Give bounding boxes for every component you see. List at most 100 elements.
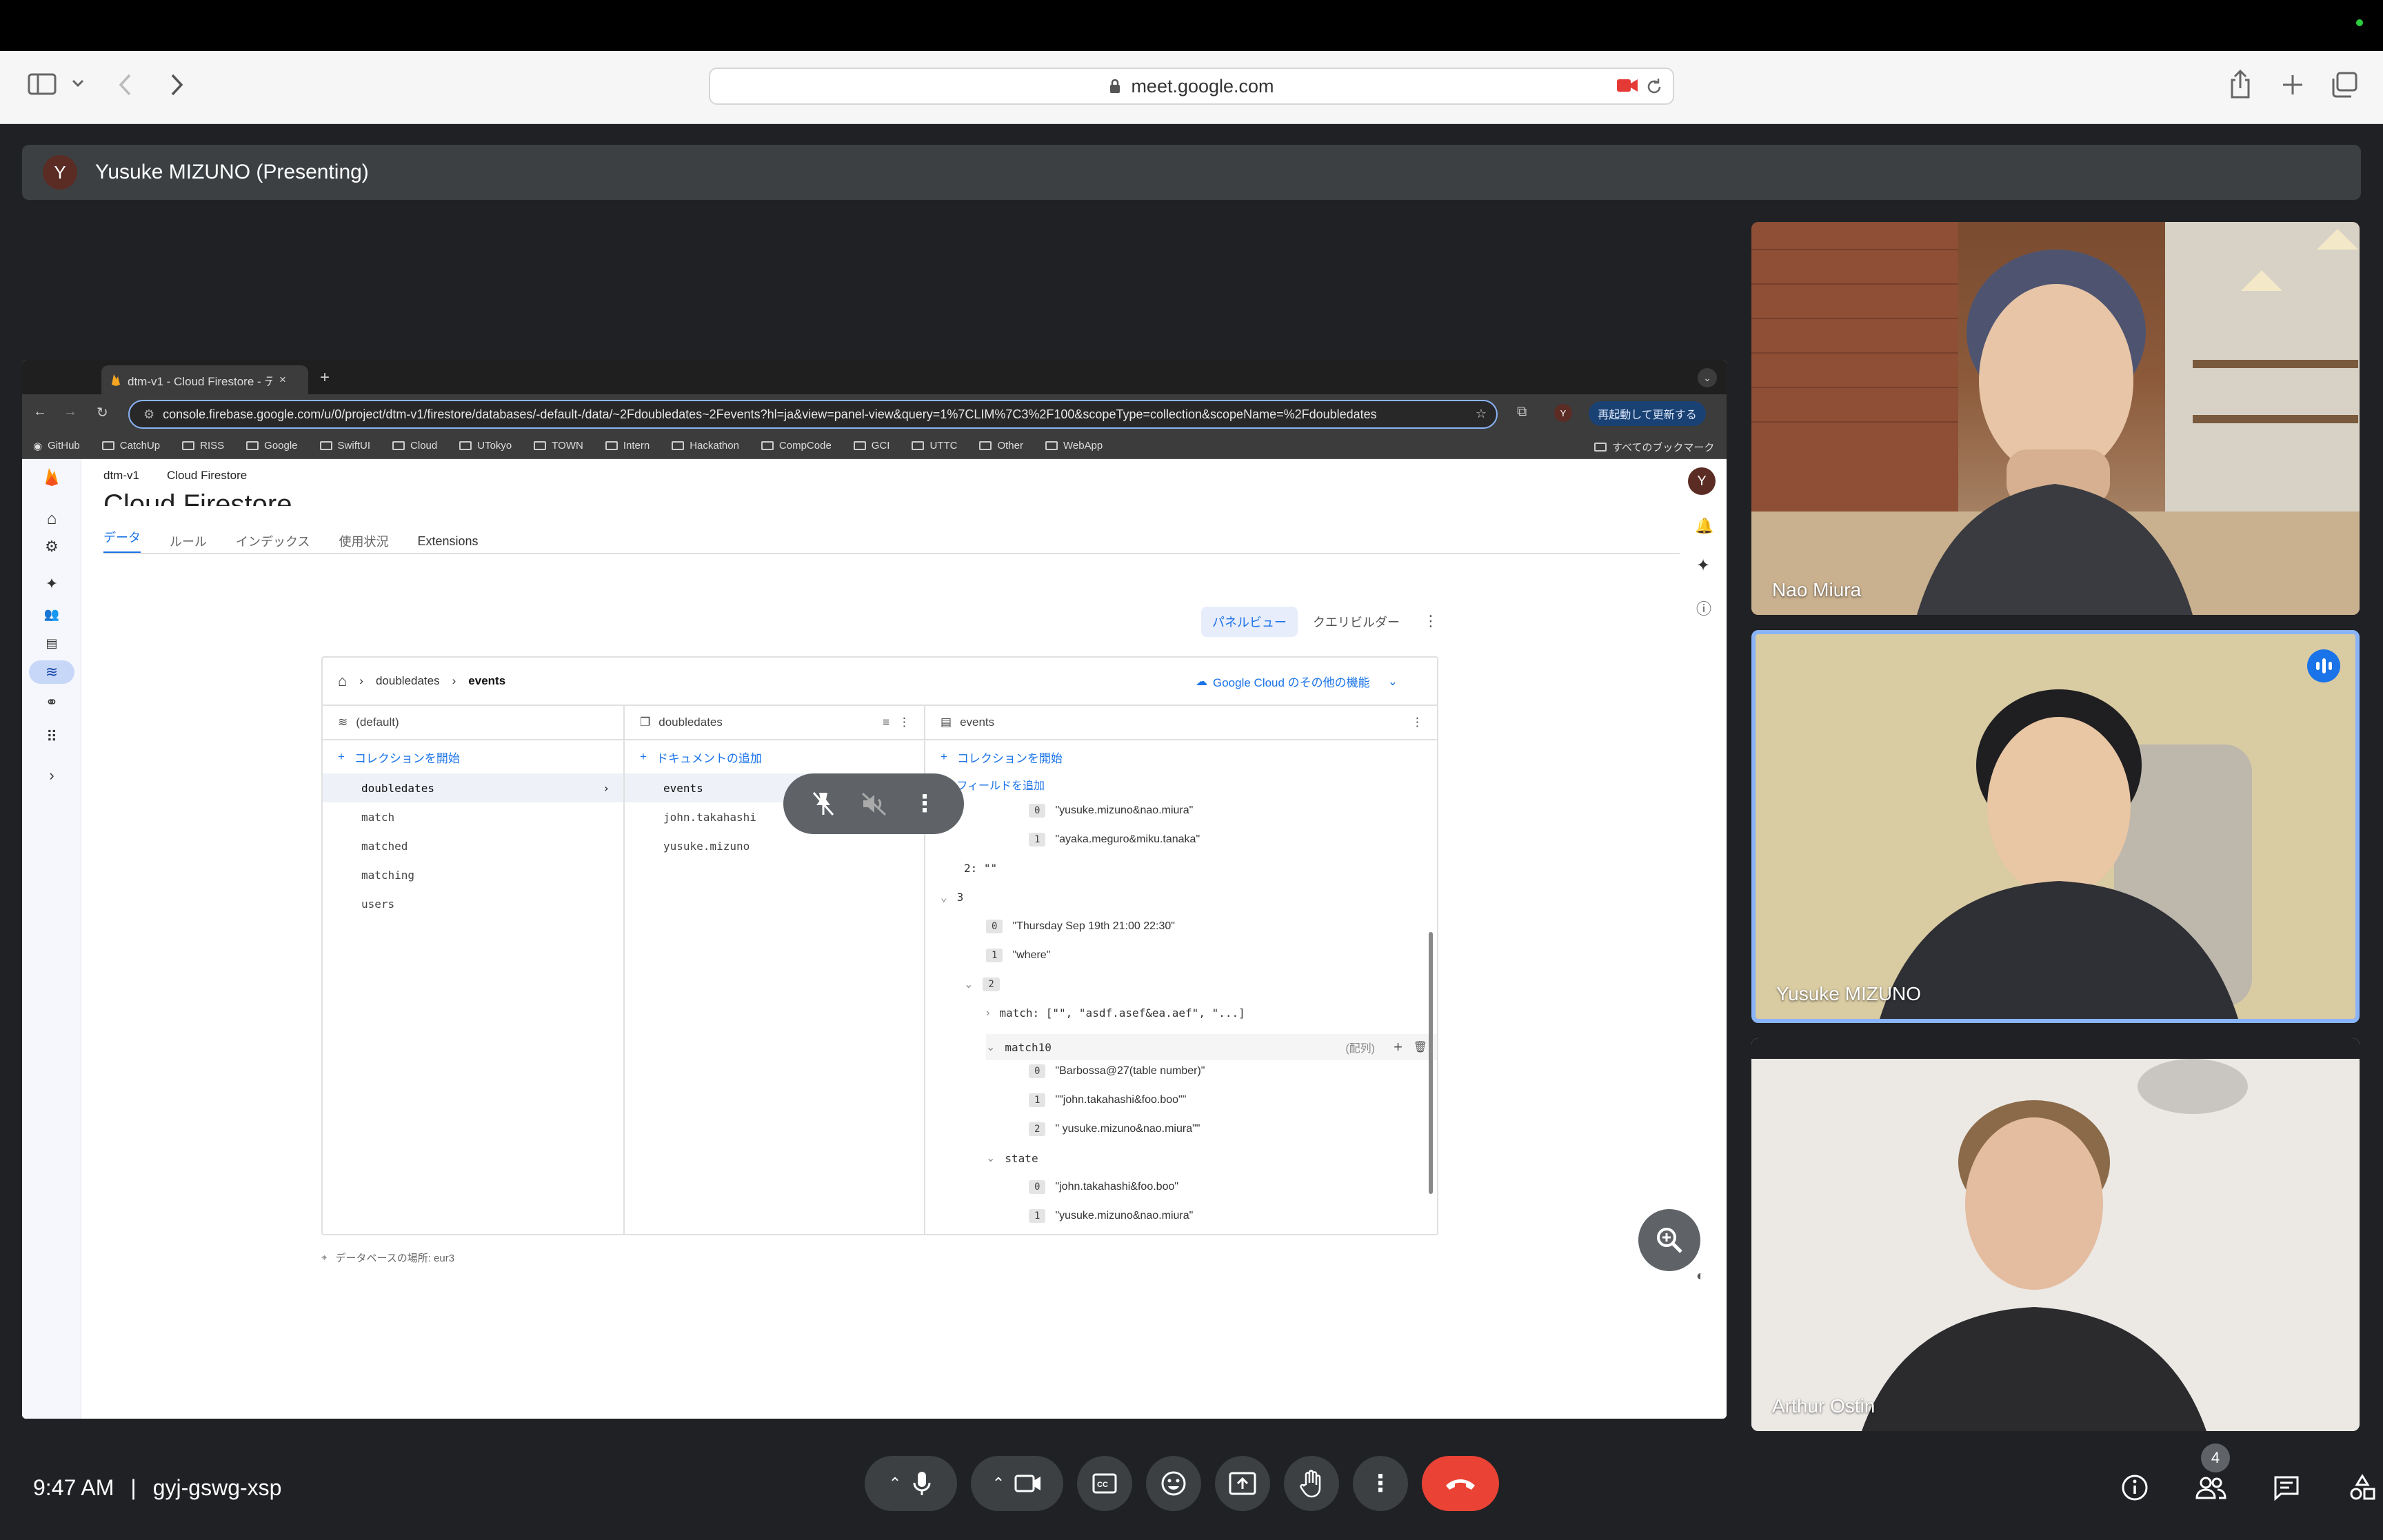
chrome-profile-avatar[interactable]: Y [1554,404,1572,422]
present-button[interactable] [1215,1456,1270,1511]
gemini-icon[interactable]: ✦ [40,572,63,596]
storage-icon[interactable]: ▤ [40,631,63,655]
field-row[interactable]: › match: ["", "asdf.asef&ea.aef", "...] [986,1006,1245,1020]
people-icon[interactable]: 👥 [40,602,63,626]
firebase-logo-icon[interactable] [40,465,63,488]
chat-button[interactable] [2266,1467,2307,1508]
bookmark-folder[interactable]: TOWN [534,440,583,452]
bookmark-folder[interactable]: Intern [605,440,650,452]
start-collection-button[interactable]: + コレクションを開始 [323,740,623,773]
gemini-icon[interactable]: ✦ [1696,556,1710,576]
bookmark-folder[interactable]: Other [979,440,1023,452]
chrome-url-bar[interactable]: ⚙ console.firebase.google.com/u/0/projec… [128,400,1498,429]
participant-tile[interactable]: Nao Miura [1751,222,2360,615]
list-item[interactable]: matching [323,860,623,889]
mute-audio-icon[interactable] [861,791,888,816]
list-item[interactable]: doubledates › [323,773,623,802]
project-selector[interactable]: dtm-v1 [103,469,139,483]
address-bar[interactable]: meet.google.com [709,68,1674,105]
home-icon[interactable]: ⌂ [338,672,347,690]
start-collection-button[interactable]: + コレクションを開始 [925,740,1437,773]
zoom-button[interactable] [1638,1209,1700,1271]
site-info-icon[interactable]: ⚙ [143,407,154,422]
more-vert-icon[interactable]: ⋮ [1411,716,1423,729]
bookmark-folder[interactable]: UTTC [912,440,957,452]
bookmark-folder[interactable]: SwiftUI [319,440,370,452]
tab-data[interactable]: データ [103,528,141,554]
field-row[interactable]: ⌄ state [986,1151,1038,1165]
google-cloud-link[interactable]: ☁ Google Cloud のその他の機能 ⌄ [1196,673,1398,690]
list-item[interactable]: users [323,889,623,918]
raise-hand-button[interactable] [1284,1456,1339,1511]
breadcrumb-item[interactable]: events [468,674,505,688]
close-icon[interactable]: × [279,373,286,387]
filter-icon[interactable]: ≡ [883,716,889,729]
bookmark-folder[interactable]: WebApp [1045,440,1103,452]
notification-icon[interactable]: 🔔 [1695,517,1713,535]
more-options-button[interactable]: ⋮ [1353,1456,1408,1511]
new-tab-icon[interactable]: + [320,368,330,387]
field-row[interactable]: ⌄ match10 (配列) + 🗑 [986,1034,1437,1060]
bookmark-github[interactable]: ◉ GitHub [33,440,80,452]
home-icon[interactable]: ⌂ [40,507,63,531]
bookmark-folder[interactable]: GCI [853,440,889,452]
account-avatar[interactable]: Y [1688,467,1716,495]
add-document-button[interactable]: + ドキュメントの追加 [625,740,924,773]
forward-icon[interactable]: → [63,404,77,420]
bookmark-folder[interactable]: Cloud [392,440,437,452]
chevron-up-icon[interactable]: ⌃ [889,1475,901,1492]
leave-call-button[interactable] [1422,1456,1499,1511]
back-icon[interactable] [117,73,134,97]
array-item[interactable]: 1 "ayaka.meguro&miku.tanaka" [1029,833,1200,847]
array-item[interactable]: 0 "john.takahashi&foo.boo" [1029,1180,1178,1194]
list-item[interactable]: yusuke.mizuno [625,831,924,860]
field-row[interactable]: 2: "" [964,862,997,875]
chevron-down-icon[interactable] [72,79,84,88]
scrollbar[interactable] [1429,932,1433,1194]
expand-icon[interactable]: › [40,764,63,787]
settings-icon[interactable]: ⚙ [40,535,63,558]
sidebar-toggle-icon[interactable] [28,72,58,97]
panel-view-button[interactable]: パネルビュー [1201,607,1298,637]
chevron-up-icon[interactable]: ⌃ [992,1475,1005,1492]
array-item[interactable]: 1 "where" [986,949,1050,962]
list-item[interactable]: match [323,802,623,831]
reactions-button[interactable] [1146,1456,1201,1511]
more-vert-icon[interactable]: ⋮ [1423,612,1438,630]
back-icon[interactable]: ← [33,404,47,420]
bookmark-folder[interactable]: RISS [182,440,224,452]
microphone-icon[interactable] [911,1470,933,1497]
star-icon[interactable]: ☆ [1476,407,1487,421]
unpin-icon[interactable] [811,790,836,818]
array-item[interactable]: ⌄ 2 [964,977,1000,991]
list-item[interactable]: matched [323,831,623,860]
people-button[interactable]: 4 [2190,1443,2231,1508]
bookmark-folder[interactable]: Google [246,440,298,452]
query-builder-button[interactable]: クエリビルダー [1313,607,1400,637]
array-item[interactable]: 1 ""john.takahashi&foo.boo"" [1029,1093,1186,1107]
more-vert-icon[interactable]: ⋮ [898,716,910,729]
meeting-details-button[interactable] [2114,1467,2155,1508]
tab-overview-icon[interactable] [2331,72,2358,98]
new-tab-icon[interactable] [2281,73,2304,97]
array-item[interactable]: 2 " yusuke.mizuno&nao.miura"" [1029,1122,1200,1136]
more-vert-icon[interactable]: ⋮ [913,790,936,818]
forward-icon[interactable] [168,73,185,97]
breadcrumb-item[interactable]: doubledates [376,674,440,688]
participant-tile[interactable]: Arthur Ostin [1751,1038,2360,1431]
firestore-icon[interactable]: ≋ [29,660,74,684]
link-icon[interactable]: ⚭ [40,691,63,714]
bookmark-folder[interactable]: UTokyo [459,440,512,452]
field-row[interactable]: ⌄ 3 [941,891,963,904]
array-item[interactable]: 0 "Barbossa@27(table number)" [1029,1064,1205,1078]
array-item[interactable]: 0 "yusuke.mizuno&nao.miura" [1029,804,1193,818]
activities-button[interactable] [2342,1467,2383,1508]
tab-extensions[interactable]: Extensions [417,534,478,549]
bookmark-folder[interactable]: CompCode [761,440,832,452]
bookmark-folder[interactable]: CatchUp [101,440,160,452]
camera-active-icon[interactable] [1616,77,1638,94]
participant-tile-active-speaker[interactable]: Yusuke MIZUNO [1751,630,2360,1023]
apps-grid-icon[interactable]: ⠿ [40,725,63,749]
reload-icon[interactable] [1645,77,1663,97]
relaunch-button[interactable]: 再起動して更新する [1589,401,1706,426]
